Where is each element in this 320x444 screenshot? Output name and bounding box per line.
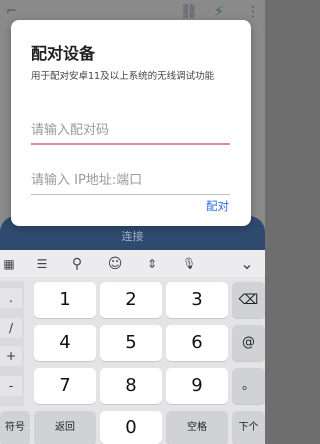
symbol-key-plus[interactable]: + (0, 346, 22, 366)
keyboard-toolbar: ▦ ☰ ⚲ ☺ ⇕ 🎙 ⌄ (0, 250, 265, 277)
search-icon[interactable]: ⚲ (68, 255, 86, 273)
symbol-key-slash[interactable]: / (0, 318, 22, 338)
next-key[interactable]: 下个 (232, 411, 265, 444)
key-6[interactable]: 6 (166, 325, 228, 361)
symbol-key-minus[interactable]: - (0, 376, 22, 396)
backspace-key[interactable]: ⌫ (232, 282, 265, 318)
link-icon[interactable]: ⛓ (180, 3, 198, 21)
key-7[interactable]: 7 (34, 368, 96, 404)
at-key[interactable]: @ (232, 325, 265, 361)
back-key[interactable]: 返回 (34, 411, 96, 444)
key-1[interactable]: 1 (34, 282, 96, 318)
key-8[interactable]: 8 (100, 368, 162, 404)
period-key[interactable]: 。 (232, 368, 265, 404)
symbols-key[interactable]: 符号 (0, 411, 30, 444)
key-3[interactable]: 3 (166, 282, 228, 318)
symbol-key-dot[interactable]: . (0, 288, 22, 308)
cursor-move-icon[interactable]: ⇕ (143, 255, 161, 273)
lightning-icon[interactable]: ⚡ (214, 3, 224, 21)
key-5[interactable]: 5 (100, 325, 162, 361)
key-0[interactable]: 0 (100, 411, 162, 444)
grid-icon[interactable]: ▦ (0, 255, 18, 273)
pair-button[interactable]: 配对 (206, 198, 229, 214)
pairing-code-input[interactable] (31, 119, 230, 145)
emoji-icon[interactable]: ☺ (106, 255, 124, 273)
keyboard-layout-icon[interactable]: ☰ (33, 255, 51, 273)
key-9[interactable]: 9 (166, 368, 228, 404)
pair-device-dialog: 配对设备 用于配对安卓11及以上系统的无线调试功能 配对 (11, 20, 251, 226)
dialog-title: 配对设备 (31, 44, 96, 63)
dialog-description: 用于配对安卓11及以上系统的无线调试功能 (31, 71, 215, 82)
key-2[interactable]: 2 (100, 282, 162, 318)
space-key[interactable]: 空格 (166, 411, 228, 444)
microphone-icon[interactable]: 🎙 (180, 255, 198, 273)
back-icon[interactable]: ⌐ (6, 3, 17, 21)
connect-button-label: 连接 (121, 230, 144, 243)
key-4[interactable]: 4 (34, 325, 96, 361)
hide-keyboard-icon[interactable]: ⌄ (238, 255, 256, 273)
ip-port-input[interactable] (31, 169, 230, 195)
more-vertical-icon[interactable]: ⋮ (246, 3, 260, 21)
